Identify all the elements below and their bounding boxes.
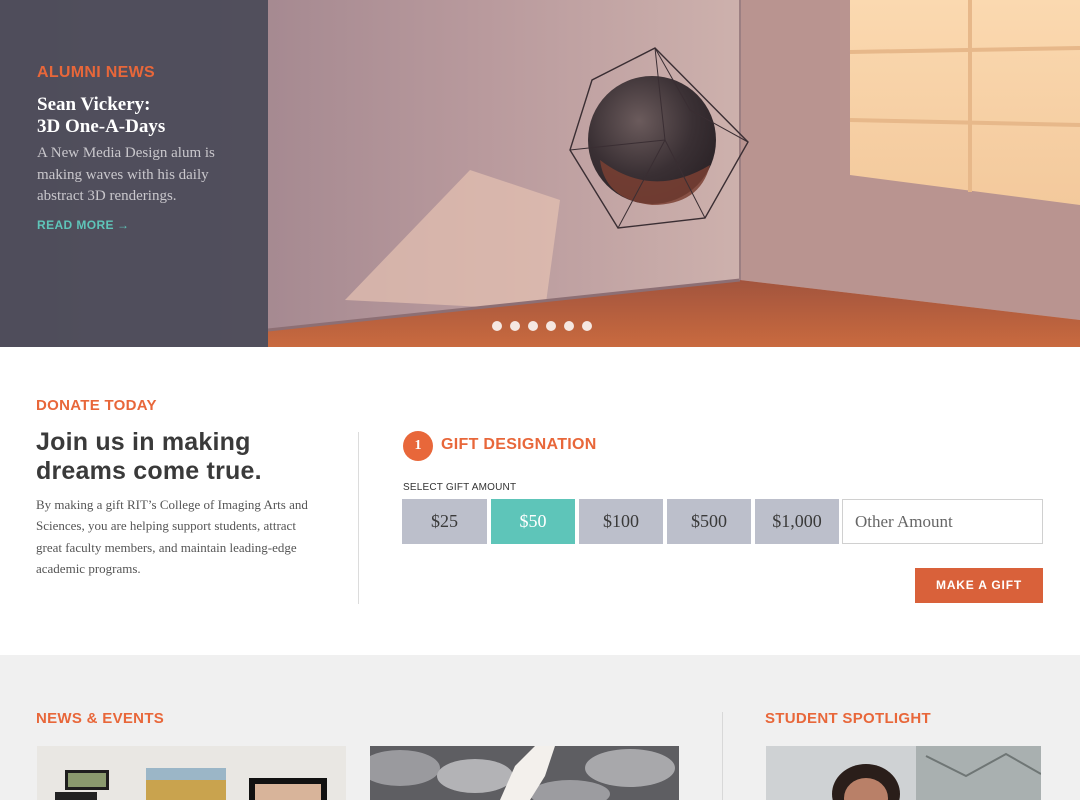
arrow-right-icon: → [116,218,130,232]
section-divider [358,432,359,604]
make-a-gift-button[interactable]: MAKE A GIFT [915,568,1043,603]
read-more-label: READ MORE [37,218,114,232]
step-number-badge: 1 [403,431,433,461]
carousel-dot[interactable] [564,321,574,331]
other-amount-input[interactable] [842,499,1043,544]
amount-button-25[interactable]: $25 [402,499,487,544]
news-thumbnail-event[interactable] [370,746,679,800]
hero-description: A New Media Design alum is making waves … [37,145,215,204]
hero-kicker: ALUMNI NEWS [37,64,155,81]
gift-amount-label: SELECT GIFT AMOUNT [403,482,517,493]
donate-kicker: DONATE TODAY [36,397,157,414]
donate-body: By making a gift RIT’s College of Imagin… [36,497,308,576]
student-photo [766,746,1041,800]
amount-button-500[interactable]: $500 [667,499,751,544]
carousel-dot[interactable] [528,321,538,331]
column-divider [722,712,723,800]
carousel-dot[interactable] [582,321,592,331]
carousel-pagination [492,321,592,331]
read-more-link[interactable]: READ MORE → [37,218,129,232]
hero-title: Sean Vickery: 3D One-A-Days [37,94,166,137]
event-image [370,746,679,800]
amount-button-1000[interactable]: $1,000 [755,499,839,544]
carousel-dot[interactable] [492,321,502,331]
donate-heading: Join us in making dreams come true. [36,428,262,485]
hero-carousel: ALUMNI NEWS Sean Vickery: 3D One-A-Days … [0,0,1080,347]
carousel-dot[interactable] [546,321,556,331]
news-thumbnail-gallery[interactable] [37,746,346,800]
amount-button-50[interactable]: $50 [491,499,575,544]
student-spotlight-photo[interactable] [766,746,1041,800]
amount-button-100[interactable]: $100 [579,499,663,544]
news-events-heading: NEWS & EVENTS [36,710,165,727]
gallery-image [37,746,346,800]
carousel-dot[interactable] [510,321,520,331]
student-spotlight-heading: STUDENT SPOTLIGHT [765,710,931,727]
step-title: GIFT DESIGNATION [441,436,597,453]
